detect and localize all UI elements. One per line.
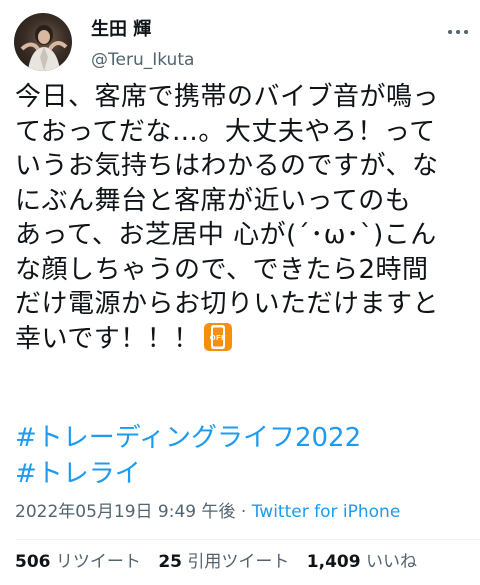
- tweet-text-line: な顔しちゃうので、できたら2時間: [15, 254, 429, 285]
- avatar[interactable]: [14, 13, 72, 71]
- like-count: 1,409: [306, 552, 361, 572]
- author-name[interactable]: 生田 輝: [91, 18, 151, 42]
- tweet-text-line: にぶん舞台と客席が近いってのも: [15, 185, 412, 216]
- more-dot-icon: [464, 30, 468, 34]
- tweet-text-line: ておってだな…。大丈夫やろ！って: [15, 116, 436, 147]
- tweet-text-line: あって、お芝居中 心が(´･ω･`)こん: [15, 220, 437, 250]
- author-handle[interactable]: @Teru_Ikuta: [91, 49, 194, 71]
- divider: [15, 539, 480, 540]
- tweet: 生田 輝 @Teru_Ikuta 今日、客席で携帯のバイブ音が鳴っ ておってだな…: [0, 0, 480, 585]
- quote-label: 引用ツイート: [187, 552, 290, 572]
- quote-count: 25: [158, 552, 182, 572]
- tweet-stats: 506 リツイート 25 引用ツイート 1,409 いいね: [15, 550, 429, 574]
- like-label: いいね: [365, 552, 417, 572]
- meta-separator: ·: [240, 502, 247, 522]
- hashtag-link[interactable]: #トレライ: [15, 456, 361, 492]
- tweet-meta: 2022年05月19日 9:49 午後 · Twitter for iPhone: [15, 500, 400, 524]
- tweet-text-line: 今日、客席で携帯のバイブ音が鳴っ: [15, 82, 440, 112]
- mobile-phone-off-icon: OFF: [203, 322, 232, 351]
- quotes-stat[interactable]: 25 引用ツイート: [158, 552, 289, 572]
- retweet-label: リツイート: [55, 552, 141, 572]
- retweets-stat[interactable]: 506 リツイート: [15, 552, 141, 572]
- hashtags: #トレーディングライフ2022 #トレライ: [15, 420, 361, 492]
- more-dot-icon: [448, 30, 452, 34]
- off-label: OFF: [209, 333, 226, 342]
- hashtag-link[interactable]: #トレーディングライフ2022: [15, 420, 361, 456]
- tweet-text-line: いうお気持ちはわかるのですが、な: [15, 151, 439, 181]
- tweet-text-line: 幸いです！！！: [15, 323, 200, 354]
- timestamp[interactable]: 2022年05月19日 9:49 午後: [15, 502, 236, 522]
- avatar-photo: [20, 25, 68, 71]
- retweet-count: 506: [15, 552, 51, 572]
- tweet-text-line: だけ電源からお切りいただけますと: [15, 289, 440, 319]
- more-options-button[interactable]: [446, 22, 470, 42]
- likes-stat[interactable]: 1,409 いいね: [307, 552, 417, 572]
- more-dot-icon: [456, 30, 460, 34]
- tweet-text: 今日、客席で携帯のバイブ音が鳴っ ておってだな…。大丈夫やろ！って いうお気持ち…: [15, 80, 477, 356]
- tweet-text-line-last: 幸いです！！！ OFF: [15, 322, 477, 357]
- source-link[interactable]: Twitter for iPhone: [252, 502, 401, 522]
